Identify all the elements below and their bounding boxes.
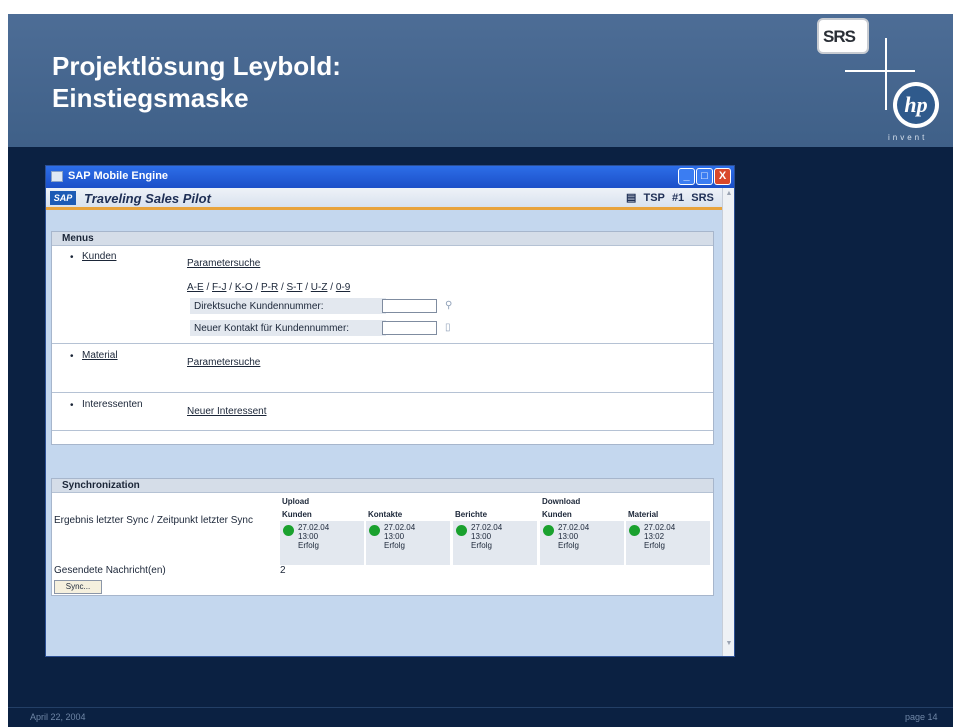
printer-icon[interactable]: ▤	[626, 192, 636, 204]
cross-decoration-horizontal	[845, 70, 915, 72]
menus-panel: Menus • Kunden Parametersuche A-E / F-J …	[51, 231, 714, 445]
app-header-bar: SAP Traveling Sales Pilot ▤ TSP #1 SRS	[46, 188, 722, 210]
sync-button[interactable]: Sync...	[54, 580, 102, 594]
neuer-kontakt-label: Neuer Kontakt für Kundennummer:	[194, 323, 350, 334]
sync-cell-kunden-download: 27.02.04 13:00 Erfolg	[540, 521, 624, 565]
app-window-icon	[51, 171, 63, 182]
divider	[52, 392, 713, 393]
invent-wordmark: invent	[888, 133, 928, 142]
range-link[interactable]: P-R	[261, 282, 278, 293]
sync-cell-material: 27.02.04 13:02 Erfolg	[626, 521, 710, 565]
status-ok-icon	[629, 525, 640, 536]
sent-messages-count: 2	[280, 565, 286, 576]
direktsuche-label: Direktsuche Kundennummer:	[194, 301, 324, 312]
scroll-down-arrow-icon[interactable]: ▼	[724, 640, 734, 650]
sync-cell-kontakte: 27.02.04 13:00 Erfolg	[366, 521, 450, 565]
range-link[interactable]: A-E	[187, 282, 204, 293]
srs-logo: SRS	[817, 18, 869, 54]
range-link[interactable]: K-O	[235, 282, 253, 293]
status-ok-icon	[369, 525, 380, 536]
slide: Projektlösung Leybold: Einstiegsmaske SR…	[0, 0, 953, 727]
material-parametersuche-link[interactable]: Parametersuche	[187, 357, 260, 368]
footer-page-number: page 14	[905, 712, 938, 722]
col-header: Material	[628, 510, 659, 519]
download-header: Download	[542, 497, 581, 506]
slide-title: Projektlösung Leybold: Einstiegsmaske	[52, 51, 341, 113]
range-link[interactable]: S-T	[287, 282, 303, 293]
range-link[interactable]: F-J	[212, 282, 226, 293]
cross-decoration-vertical	[885, 38, 887, 110]
status-ok-icon	[543, 525, 554, 536]
divider	[52, 430, 713, 431]
range-link[interactable]: U-Z	[311, 282, 328, 293]
sync-heading: Synchronization	[52, 479, 713, 493]
bullet-icon: •	[70, 400, 74, 411]
sync-panel: Synchronization Upload Download Kunden K…	[51, 478, 714, 596]
binoculars-icon[interactable]: ⚲	[445, 300, 455, 312]
scroll-up-arrow-icon[interactable]: ▲	[724, 190, 734, 200]
col-header: Kunden	[542, 510, 572, 519]
srs-small-logo: SRS	[691, 192, 714, 204]
divider	[52, 343, 713, 344]
bullet-icon: •	[70, 351, 74, 362]
tsp-logo: TSP	[643, 192, 665, 204]
sync-cell-kunden-upload: 27.02.04 13:00 Erfolg	[280, 521, 364, 565]
kunden-parametersuche-link[interactable]: Parametersuche	[187, 258, 260, 269]
col-header: Berichte	[455, 510, 488, 519]
range-link[interactable]: 0-9	[336, 282, 350, 293]
sap-logo: SAP	[50, 191, 76, 205]
sync-cell-berichte: 27.02.04 13:00 Erfolg	[453, 521, 537, 565]
app-title: Traveling Sales Pilot	[84, 191, 211, 206]
status-ok-icon	[283, 525, 294, 536]
sync-result-label: Ergebnis letzter Sync / Zeitpunkt letzte…	[54, 515, 253, 526]
window-titlebar[interactable]: SAP Mobile Engine _ □ X	[46, 166, 734, 188]
vertical-scrollbar[interactable]: ▲ ▼	[722, 188, 734, 656]
menu-material-link[interactable]: Material	[82, 350, 118, 361]
app-header-icons: ▤ TSP #1 SRS	[626, 191, 718, 204]
menus-heading: Menus	[52, 232, 713, 246]
upload-header: Upload	[282, 497, 310, 506]
status-ok-icon	[456, 525, 467, 536]
hp-logo: hp	[893, 82, 939, 128]
close-button[interactable]: X	[714, 168, 731, 185]
footer-divider	[8, 707, 953, 708]
minimize-button[interactable]: _	[678, 168, 695, 185]
neuer-kontakt-input[interactable]	[382, 321, 437, 335]
col-header: Kontakte	[368, 510, 403, 519]
maximize-button[interactable]: □	[696, 168, 713, 185]
direktsuche-input[interactable]	[382, 299, 437, 313]
direktsuche-row: Direktsuche Kundennummer:	[190, 298, 386, 315]
neuer-interessent-link[interactable]: Neuer Interessent	[187, 406, 267, 417]
sap-mobile-engine-window: SAP Mobile Engine _ □ X SAP Traveling Sa…	[45, 165, 735, 657]
menu-kunden-link[interactable]: Kunden	[82, 251, 116, 262]
window-title: SAP Mobile Engine	[68, 170, 169, 182]
sent-messages-label: Gesendete Nachricht(en)	[54, 565, 166, 576]
bullet-icon: •	[70, 252, 74, 263]
col-header: Kunden	[282, 510, 312, 519]
kunden-range-links: A-E / F-J / K-O / P-R / S-T / U-Z / 0-9	[187, 282, 351, 293]
neuer-kontakt-row: Neuer Kontakt für Kundennummer:	[190, 320, 386, 337]
record-marker: #1	[671, 192, 685, 204]
menu-interessenten-label: Interessenten	[82, 399, 143, 410]
footer-date: April 22, 2004	[30, 712, 86, 722]
new-document-icon[interactable]: ▯	[445, 322, 455, 334]
